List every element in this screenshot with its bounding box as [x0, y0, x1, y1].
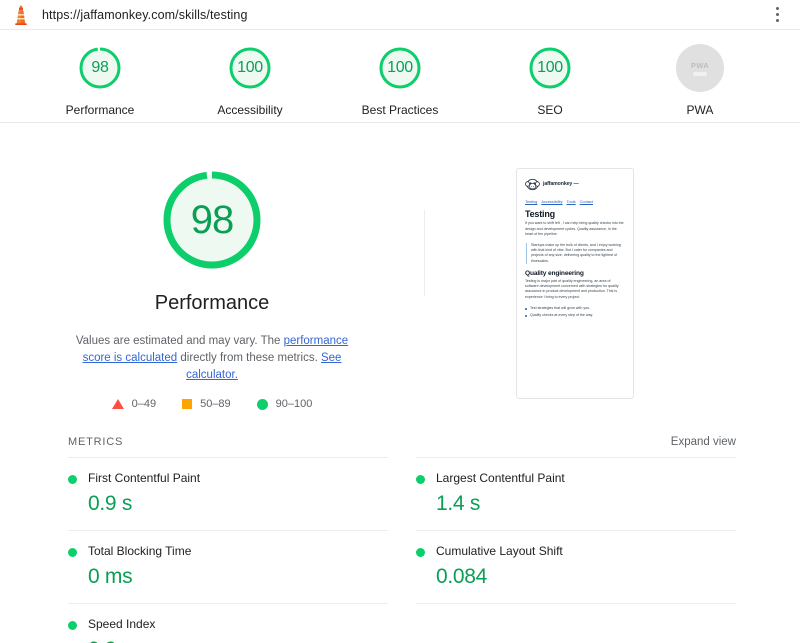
- thumbnail-nav-item: Testing: [525, 199, 538, 204]
- metric-value: 0.084: [436, 565, 488, 588]
- score-legend: 0–49 50–89 90–100: [111, 398, 313, 410]
- legend-range-pass: 90–100: [275, 398, 313, 410]
- circle-pass-icon: [68, 475, 77, 484]
- gauge-label: Accessibility: [217, 103, 283, 117]
- thumbnail-nav: Testing Accessibility Tools Contact: [525, 199, 625, 204]
- circle-pass-icon: [416, 548, 425, 557]
- gauge-ring: 100: [376, 44, 424, 92]
- gauge-best-practices[interactable]: 100 Best Practices: [350, 44, 450, 117]
- final-screenshot-thumbnail[interactable]: jaffamonkey — Testing Accessibility Tool…: [516, 168, 634, 399]
- gauge-label: SEO: [537, 103, 563, 117]
- thumbnail-brand-name: jaffamonkey —: [543, 180, 579, 187]
- gauge-pwa[interactable]: PWA PWA: [650, 44, 750, 117]
- thumbnail-nav-item: Contact: [579, 199, 594, 204]
- metric-label: Total Blocking Time: [88, 544, 192, 558]
- metric-cumulative-layout-shift[interactable]: Cumulative Layout Shift 0.084: [416, 530, 736, 603]
- legend-range-fail: 0–49: [131, 398, 157, 410]
- metric-value: 0.9 s: [88, 492, 133, 515]
- metric-placeholder: [416, 603, 736, 643]
- gauge-label: Best Practices: [361, 103, 439, 117]
- performance-gauge-large: 98: [157, 165, 267, 275]
- metrics-header: METRICS Expand view: [68, 436, 736, 457]
- url-text: https://jaffamonkey.com/skills/testing: [42, 7, 248, 22]
- pwa-null-badge: PWA: [676, 44, 724, 92]
- lighthouse-icon: [12, 4, 30, 26]
- legend-item-pass: 90–100: [256, 398, 313, 410]
- thumbnail-bullet: Quality checks at every step of the way.: [525, 313, 625, 318]
- metrics-grid: First Contentful Paint 0.9 s Largest Con…: [68, 457, 736, 643]
- thumbnail-nav-item: Accessibility: [541, 199, 563, 204]
- performance-hero: 98 Performance Values are estimated and …: [0, 123, 800, 410]
- legend-item-average: 50–89: [182, 398, 231, 410]
- thumbnail-paragraph: If you want to shift left , I can help b…: [525, 221, 624, 236]
- gauge-score: 98: [91, 59, 109, 76]
- gauge-ring: 100: [526, 44, 574, 92]
- disclaimer-middle: directly from these metrics.: [177, 352, 321, 364]
- category-gauges: 98 Performance 100 Accessibility 100 Bes…: [0, 30, 800, 123]
- circle-pass-icon: [416, 475, 425, 484]
- page-title: Performance: [154, 292, 270, 314]
- gauge-label: Performance: [65, 103, 135, 117]
- gauge-score: 100: [537, 59, 563, 76]
- legend-range-average: 50–89: [200, 398, 231, 410]
- metric-largest-contentful-paint[interactable]: Largest Contentful Paint 1.4 s: [416, 457, 736, 530]
- pwa-label-inner: PWA: [690, 60, 710, 70]
- metric-speed-index[interactable]: Speed Index 0.9 s: [68, 603, 388, 643]
- hero-right-column: jaffamonkey — Testing Accessibility Tool…: [425, 165, 800, 410]
- circle-pass-icon: [256, 398, 268, 410]
- gauge-accessibility[interactable]: 100 Accessibility: [200, 44, 300, 117]
- gauge-seo[interactable]: 100 SEO: [500, 44, 600, 117]
- kebab-menu-icon[interactable]: [766, 4, 788, 26]
- thumbnail-subheading: Quality engineering: [525, 269, 584, 277]
- metrics-section: METRICS Expand view First Contentful Pai…: [0, 436, 800, 643]
- metric-value: 0.9 s: [88, 638, 388, 643]
- thumbnail-paragraph-2: Testing is major part of quality enginee…: [525, 279, 619, 299]
- metric-total-blocking-time[interactable]: Total Blocking Time 0 ms: [68, 530, 388, 603]
- circle-pass-icon: [68, 621, 77, 630]
- score-disclaimer: Values are estimated and may vary. The p…: [66, 333, 358, 384]
- metric-label: Largest Contentful Paint: [436, 471, 565, 485]
- gauge-score: 100: [387, 59, 413, 76]
- thumbnail-heading: Testing: [525, 209, 555, 220]
- legend-item-fail: 0–49: [111, 398, 157, 410]
- square-average-icon: [182, 399, 193, 409]
- circle-pass-icon: [68, 548, 77, 557]
- pwa-dash-icon: [693, 71, 707, 76]
- thumbnail-bullet-list: Test strategies that will grow with you.…: [525, 306, 625, 318]
- metric-label: First Contentful Paint: [88, 471, 201, 485]
- gauge-performance[interactable]: 98 Performance: [50, 44, 150, 117]
- metric-first-contentful-paint[interactable]: First Contentful Paint 0.9 s: [68, 457, 388, 530]
- metric-label: Cumulative Layout Shift: [436, 544, 563, 558]
- gauge-ring: 98: [76, 44, 124, 92]
- thumbnail-bullet: Test strategies that will grow with you.: [525, 306, 625, 311]
- gauge-score: 100: [237, 59, 263, 76]
- metrics-title: METRICS: [68, 436, 124, 448]
- thumbnail-blockquote: Startups make up the bulk of clients, an…: [526, 243, 625, 264]
- disclaimer-prefix: Values are estimated and may vary. The: [75, 335, 284, 347]
- thumbnail-nav-item: Tools: [566, 199, 576, 204]
- monkey-logo-icon: [525, 178, 540, 191]
- url-bar: https://jaffamonkey.com/skills/testing: [0, 0, 800, 30]
- metric-value: 0 ms: [88, 565, 133, 588]
- metric-value: 1.4 s: [436, 492, 481, 515]
- metric-label: Speed Index: [88, 617, 156, 631]
- triangle-fail-icon: [111, 399, 124, 409]
- hero-left-column: 98 Performance Values are estimated and …: [0, 165, 424, 410]
- gauge-ring: 100: [226, 44, 274, 92]
- thumbnail-brand-row: jaffamonkey —: [525, 178, 625, 191]
- expand-view-button[interactable]: Expand view: [671, 436, 736, 448]
- gauge-label: PWA: [686, 103, 714, 117]
- performance-score-value: 98: [190, 197, 235, 242]
